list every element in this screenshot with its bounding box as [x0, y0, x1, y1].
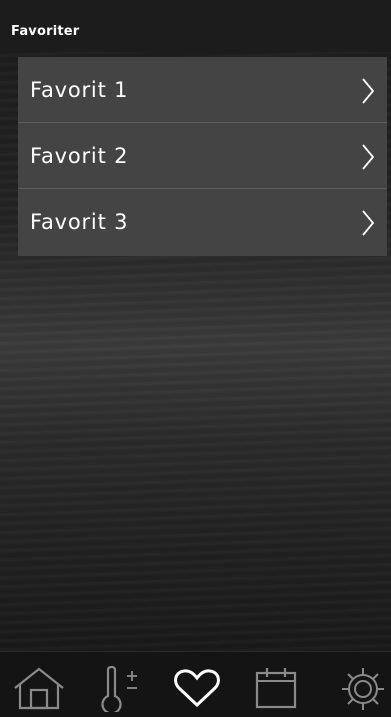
home-icon: [14, 667, 64, 710]
chevron-right-icon: [362, 78, 375, 104]
chevron-right-icon: [362, 210, 375, 236]
tab-home[interactable]: [0, 652, 78, 717]
favorite-item-1[interactable]: Favorit 1: [18, 57, 387, 123]
tab-calendar[interactable]: [234, 652, 312, 717]
calendar-icon: [255, 668, 297, 709]
bottom-tab-bar: [0, 651, 391, 717]
favorite-item-label: Favorit 2: [30, 144, 129, 168]
favorite-item-label: Favorit 1: [30, 78, 129, 102]
favorite-item-label: Favorit 3: [30, 210, 129, 234]
gear-icon: [342, 668, 384, 710]
heart-icon: [174, 669, 220, 708]
thermometer-plus-minus-icon: [101, 666, 137, 712]
top-bar: Favoriter: [0, 0, 391, 52]
tab-climate[interactable]: [78, 652, 156, 717]
favorite-item-2[interactable]: Favorit 2: [18, 123, 387, 189]
tab-settings[interactable]: [312, 652, 390, 717]
favorites-list: Favorit 1 Favorit 2 Favorit 3: [18, 57, 387, 256]
chevron-right-icon: [362, 144, 375, 170]
favorite-item-3[interactable]: Favorit 3: [18, 189, 387, 256]
page-title: Favoriter: [11, 24, 80, 39]
tab-favorites[interactable]: [156, 652, 234, 717]
